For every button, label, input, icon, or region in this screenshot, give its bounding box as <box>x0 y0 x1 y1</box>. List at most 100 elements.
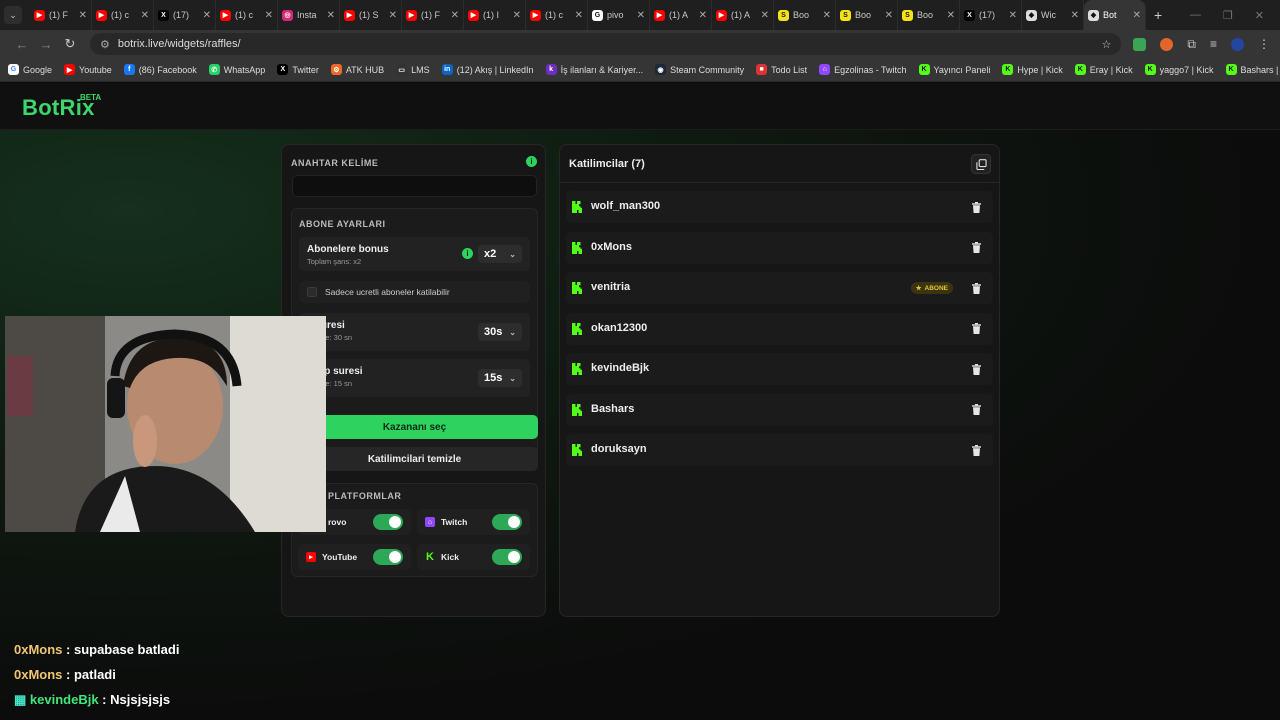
close-tab-icon[interactable]: ✕ <box>575 10 583 21</box>
bookmark-item[interactable]: K Eray | Kick <box>1074 64 1133 75</box>
delete-participant-button[interactable] <box>967 199 985 215</box>
bookmark-item[interactable]: k İş ilanları & Kariyer... <box>545 64 643 75</box>
close-tab-icon[interactable]: ✕ <box>1133 10 1141 21</box>
close-tab-icon[interactable]: ✕ <box>1009 10 1017 21</box>
bookmark-item[interactable]: f (86) Facebook <box>123 64 197 75</box>
pick-winner-button[interactable]: Kazananı seç <box>291 415 538 439</box>
bookmark-item[interactable]: K Yayıncı Paneli <box>918 64 990 75</box>
clear-participants-button[interactable]: Katilimcilari temizle <box>291 447 538 471</box>
browser-tab[interactable]: ▶ (1) c ✕ <box>216 0 278 30</box>
delete-participant-button[interactable] <box>967 321 985 337</box>
extensions-puzzle-icon[interactable]: ⧉ <box>1187 37 1196 52</box>
close-tab-icon[interactable]: ✕ <box>265 10 273 21</box>
chat-separator: : <box>62 667 74 682</box>
browser-tab[interactable]: ▶ (1) I ✕ <box>464 0 526 30</box>
trovo-toggle[interactable] <box>373 514 403 530</box>
back-icon[interactable]: ← <box>10 37 34 52</box>
close-tab-icon[interactable]: ✕ <box>327 10 335 21</box>
browser-tab[interactable]: ▶ (1) A ✕ <box>712 0 774 30</box>
bookmark-star-icon[interactable]: ☆ <box>1102 38 1112 51</box>
bookmark-item[interactable]: ✆ WhatsApp <box>208 64 265 75</box>
delete-participant-button[interactable] <box>967 402 985 418</box>
forward-icon[interactable]: → <box>34 37 58 52</box>
timer-select[interactable]: 30s ⌄ <box>478 323 522 341</box>
only-subs-row[interactable]: Sadece ucretli aboneler katilabilir <box>299 281 530 303</box>
reload-icon[interactable]: ↻ <box>58 36 82 52</box>
close-tab-icon[interactable]: ✕ <box>823 10 831 21</box>
browser-tab[interactable]: ◆ Wic ✕ <box>1022 0 1084 30</box>
bonus-select[interactable]: x2 ⌄ <box>478 245 522 263</box>
browser-tab[interactable]: S Boo ✕ <box>836 0 898 30</box>
bonus-info-icon[interactable]: i <box>462 248 473 259</box>
twitch-toggle[interactable] <box>492 514 522 530</box>
close-tab-icon[interactable]: ✕ <box>513 10 521 21</box>
bookmark-item[interactable]: ◉ Steam Community <box>655 64 744 75</box>
orange-extension-icon[interactable] <box>1160 37 1174 51</box>
browser-tab[interactable]: ◎ Insta ✕ <box>278 0 340 30</box>
delete-participant-button[interactable] <box>967 361 985 377</box>
browser-tab[interactable]: ▶ (1) c ✕ <box>526 0 588 30</box>
delete-participant-button[interactable] <box>967 280 985 296</box>
delete-participant-button[interactable] <box>967 442 985 458</box>
browser-tab[interactable]: S Boo ✕ <box>774 0 836 30</box>
close-tab-icon[interactable]: ✕ <box>389 10 397 21</box>
kick-icon <box>572 363 582 375</box>
maximize-icon[interactable]: ❐ <box>1223 9 1233 22</box>
profile-avatar[interactable] <box>1231 37 1244 51</box>
tab-search-button[interactable]: ⌄ <box>4 6 22 24</box>
browser-tab[interactable]: S Boo ✕ <box>898 0 960 30</box>
bookmark-item[interactable]: G Google <box>8 64 52 75</box>
close-tab-icon[interactable]: ✕ <box>141 10 149 21</box>
bookmark-item[interactable]: ■ Todo List <box>756 64 807 75</box>
shield-extension-icon[interactable] <box>1133 37 1147 51</box>
browser-menu-icon[interactable]: ⋮ <box>1258 37 1270 51</box>
minimize-icon[interactable]: — <box>1190 9 1201 21</box>
close-tab-icon[interactable]: ✕ <box>947 10 955 21</box>
bookmark-item[interactable]: ▭ LMS <box>396 64 430 75</box>
bookmark-item[interactable]: KBashars | Kick <box>1225 64 1280 75</box>
browser-tab[interactable]: Gpivo ✕ <box>588 0 650 30</box>
chat-separator: : <box>98 692 111 707</box>
delete-participant-button[interactable] <box>967 240 985 256</box>
site-info-icon[interactable]: ⚙ <box>100 38 110 51</box>
bookmark-item[interactable]: ▶ Youtube <box>64 64 112 75</box>
kick-toggle[interactable] <box>492 549 522 565</box>
url-field[interactable]: ⚙ botrix.live/widgets/raffles/ ☆ <box>90 33 1122 55</box>
bookmark-item[interactable]: ⌂ Egzolinas - Twitch <box>819 64 907 75</box>
bookmark-item[interactable]: in (12) Akış | LinkedIn <box>441 64 534 75</box>
tab-title: (1) c <box>235 10 253 20</box>
browser-tab[interactable]: X (17) ✕ <box>154 0 216 30</box>
claim-select[interactable]: 15s ⌄ <box>478 369 522 387</box>
close-tab-icon[interactable]: ✕ <box>761 10 769 21</box>
browser-tab[interactable]: ▶ (1) F ✕ <box>402 0 464 30</box>
browser-tab[interactable]: X (17) ✕ <box>960 0 1022 30</box>
window-controls: — ❐ ✕ <box>1190 0 1280 30</box>
browser-tab[interactable]: ▶ (1) A ✕ <box>650 0 712 30</box>
bookmark-item[interactable]: X Twitter <box>277 64 319 75</box>
bookmark-item[interactable]: Kyaggo7 | Kick <box>1144 64 1214 75</box>
media-control-icon[interactable]: ≡ <box>1210 37 1217 51</box>
participants-panel: Katilimcilar (7) wolf_man300 0xMons venitr… <box>559 144 1000 617</box>
copy-button[interactable] <box>971 154 991 174</box>
close-tab-icon[interactable]: ✕ <box>699 10 707 21</box>
info-icon[interactable]: i <box>526 156 537 167</box>
tab-title: Boo <box>917 10 934 20</box>
close-tab-icon[interactable]: ✕ <box>79 10 87 21</box>
browser-tab[interactable]: ▶ (1) S ✕ <box>340 0 402 30</box>
close-window-icon[interactable]: ✕ <box>1255 9 1264 22</box>
close-tab-icon[interactable]: ✕ <box>203 10 211 21</box>
whatsapp-icon: ✆ <box>208 64 220 75</box>
only-subs-checkbox[interactable] <box>307 287 317 297</box>
bookmark-item[interactable]: ⚙ ATK HUB <box>330 64 384 75</box>
close-tab-icon[interactable]: ✕ <box>1071 10 1079 21</box>
close-tab-icon[interactable]: ✕ <box>885 10 893 21</box>
close-tab-icon[interactable]: ✕ <box>637 10 645 21</box>
browser-tab[interactable]: ▶ (1) F ✕ <box>30 0 92 30</box>
browser-tab[interactable]: ▶ (1) c ✕ <box>92 0 154 30</box>
new-tab-button[interactable]: + <box>1154 7 1162 23</box>
bookmark-item[interactable]: K Hype | Kick <box>1002 64 1063 75</box>
keyword-input[interactable] <box>292 175 537 197</box>
browser-tab[interactable]: ◆ Bot ✕ <box>1084 0 1146 30</box>
youtube-toggle[interactable] <box>373 549 403 565</box>
close-tab-icon[interactable]: ✕ <box>451 10 459 21</box>
